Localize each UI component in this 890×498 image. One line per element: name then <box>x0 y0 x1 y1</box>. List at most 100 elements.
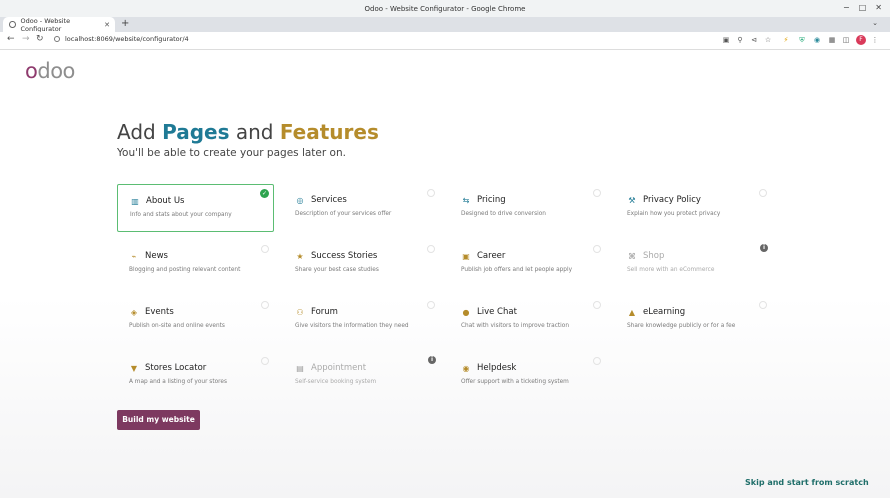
feature-description: Offer support with a ticketing system <box>461 379 569 385</box>
feature-title-label: Career <box>477 251 506 261</box>
feature-title-label: Forum <box>311 307 338 317</box>
feature-card[interactable]: ▼ Stores Locator A map and a listing of yo… <box>117 352 274 400</box>
title-part-and: and <box>229 120 280 144</box>
feature-title-label: Pricing <box>477 195 506 205</box>
feature-description: Sell more with an eCommerce <box>627 267 715 273</box>
address-bar[interactable]: localhost:8069/website/configurator/4 <box>54 35 189 43</box>
configurator-page: odoo Add Pages and Features You'll be ab… <box>0 50 890 498</box>
star-icon: ★ <box>296 251 304 261</box>
feature-card[interactable]: ⇆ Pricing Designed to drive conversion <box>449 184 606 232</box>
title-pages-word: Pages <box>162 120 230 144</box>
profile-avatar[interactable]: F <box>856 35 866 45</box>
minimize-icon[interactable]: − <box>843 3 850 12</box>
feature-title: ▣ Career <box>461 251 505 261</box>
extensions-puzzle-icon[interactable]: ▦ <box>828 36 836 44</box>
feature-description: Blogging and posting relevant content <box>129 267 241 273</box>
feature-title: ▼ Stores Locator <box>129 363 206 373</box>
reload-icon[interactable]: ↻ <box>36 34 44 44</box>
site-info-icon[interactable] <box>54 36 60 42</box>
feature-title: ⚒ Privacy Policy <box>627 195 701 205</box>
eye-icon: ◎ <box>296 195 304 205</box>
forward-icon[interactable]: → <box>22 34 30 44</box>
feature-card[interactable]: ★ Success Stories Share your best case stu… <box>283 240 440 288</box>
rss-icon: ⌁ <box>131 251 137 261</box>
close-tab-icon[interactable]: ✕ <box>104 21 110 29</box>
feature-description: Chat with visitors to improve traction <box>461 323 570 329</box>
close-window-icon[interactable]: ✕ <box>875 3 882 12</box>
browser-menu-icon[interactable]: ⋮ <box>871 36 879 44</box>
feature-title: ▲ eLearning <box>627 307 685 317</box>
feature-card[interactable]: ▣ Career Publish job offers and let people… <box>449 240 606 288</box>
skip-start-from-scratch-link[interactable]: Skip and start from scratch <box>745 478 869 487</box>
feature-card[interactable]: ◉ Helpdesk Offer support with a ticketing … <box>449 352 606 400</box>
feature-card[interactable]: ◈ Events Publish on-site and online events <box>117 296 274 344</box>
unchecked-circle-icon <box>261 245 269 253</box>
unchecked-circle-icon <box>593 301 601 309</box>
install-icon[interactable]: ▣ <box>722 36 730 44</box>
unchecked-circle-icon <box>759 189 767 197</box>
feature-title-label: Success Stories <box>311 251 378 261</box>
window-controls: − □ ✕ <box>843 3 882 12</box>
feature-description: Share your best case studies <box>295 267 379 273</box>
feature-title: ◎ Services <box>295 195 347 205</box>
zoom-icon[interactable]: ⚲ <box>736 36 744 44</box>
feature-description: Publish on-site and online events <box>129 323 225 329</box>
unchecked-circle-icon <box>593 357 601 365</box>
odoo-favicon-icon <box>9 21 16 28</box>
extension-odoo-icon[interactable]: ◉ <box>813 36 821 44</box>
browser-toolbar: ← → ↻ localhost:8069/website/configurato… <box>0 32 890 50</box>
map-marker-icon: ▼ <box>130 363 138 373</box>
info-icon: i <box>760 244 768 252</box>
users-icon: ⚇ <box>296 307 304 317</box>
page-subtitle: You'll be able to create your pages late… <box>117 147 346 159</box>
unchecked-circle-icon <box>427 245 435 253</box>
feature-description: Self-service booking system <box>295 379 377 385</box>
tab-search-icon[interactable]: ⌄ <box>872 19 878 27</box>
new-tab-icon[interactable]: + <box>121 18 129 29</box>
feature-card: ▤ Appointment Self-service booking system i <box>283 352 440 400</box>
share-icon[interactable]: ⊲ <box>750 36 758 44</box>
page-title: Add Pages and Features <box>117 120 379 144</box>
feature-title: ● Live Chat <box>461 307 517 317</box>
feature-title: ⇆ Pricing <box>461 195 506 205</box>
unchecked-circle-icon <box>261 301 269 309</box>
feature-title-label: Live Chat <box>477 307 517 317</box>
feature-title-label: About Us <box>146 196 185 206</box>
bookmark-star-icon[interactable]: ☆ <box>764 36 772 44</box>
calendar-icon: ▤ <box>296 363 304 373</box>
tab-strip: Odoo - Website Configurator ✕ + ⌄ <box>0 16 890 33</box>
feature-title-label: Shop <box>643 251 665 261</box>
side-panel-icon[interactable]: ◫ <box>842 36 850 44</box>
feature-title-label: Privacy Policy <box>643 195 701 205</box>
feature-card[interactable]: ● Live Chat Chat with visitors to improve … <box>449 296 606 344</box>
unchecked-circle-icon <box>759 301 767 309</box>
feature-card: ⌘ Shop Sell more with an eCommerce i <box>615 240 772 288</box>
title-part-add: Add <box>117 120 163 144</box>
unchecked-circle-icon <box>427 301 435 309</box>
feature-title-label: Services <box>311 195 347 205</box>
feature-card[interactable]: ▲ eLearning Share knowledge publicly or fo… <box>615 296 772 344</box>
feature-title-label: News <box>145 251 168 261</box>
life-ring-icon: ◉ <box>462 363 470 373</box>
build-website-button[interactable]: Build my website <box>117 410 200 430</box>
maximize-icon[interactable]: □ <box>859 3 867 12</box>
feature-description: Share knowledge publicly or for a fee <box>627 323 736 329</box>
feature-title: ▥ About Us <box>130 196 184 206</box>
feature-card[interactable]: ◎ Services Description of your services of… <box>283 184 440 232</box>
gavel-icon: ⚒ <box>628 195 636 205</box>
unchecked-circle-icon <box>593 245 601 253</box>
browser-tab[interactable]: Odoo - Website Configurator ✕ <box>3 16 115 33</box>
feature-title: ⚇ Forum <box>295 307 338 317</box>
building-icon: ▥ <box>131 196 139 206</box>
back-icon[interactable]: ← <box>7 34 15 44</box>
feature-card[interactable]: ⚒ Privacy Policy Explain how you protect p… <box>615 184 772 232</box>
unchecked-circle-icon <box>593 189 601 197</box>
feature-description: A map and a listing of your stores <box>129 379 227 385</box>
feature-description: Description of your services offer <box>295 211 392 217</box>
extension-lightning-icon[interactable]: ⚡ <box>782 36 790 44</box>
feature-card[interactable]: ⚇ Forum Give visitors the information they… <box>283 296 440 344</box>
extension-shield-icon[interactable]: ⛨ <box>798 36 806 44</box>
feature-card[interactable]: ▥ About Us Info and stats about your compa… <box>117 184 274 232</box>
feature-card[interactable]: ⌁ News Blogging and posting relevant conte… <box>117 240 274 288</box>
tab-title: Odoo - Website Configurator <box>20 16 71 33</box>
